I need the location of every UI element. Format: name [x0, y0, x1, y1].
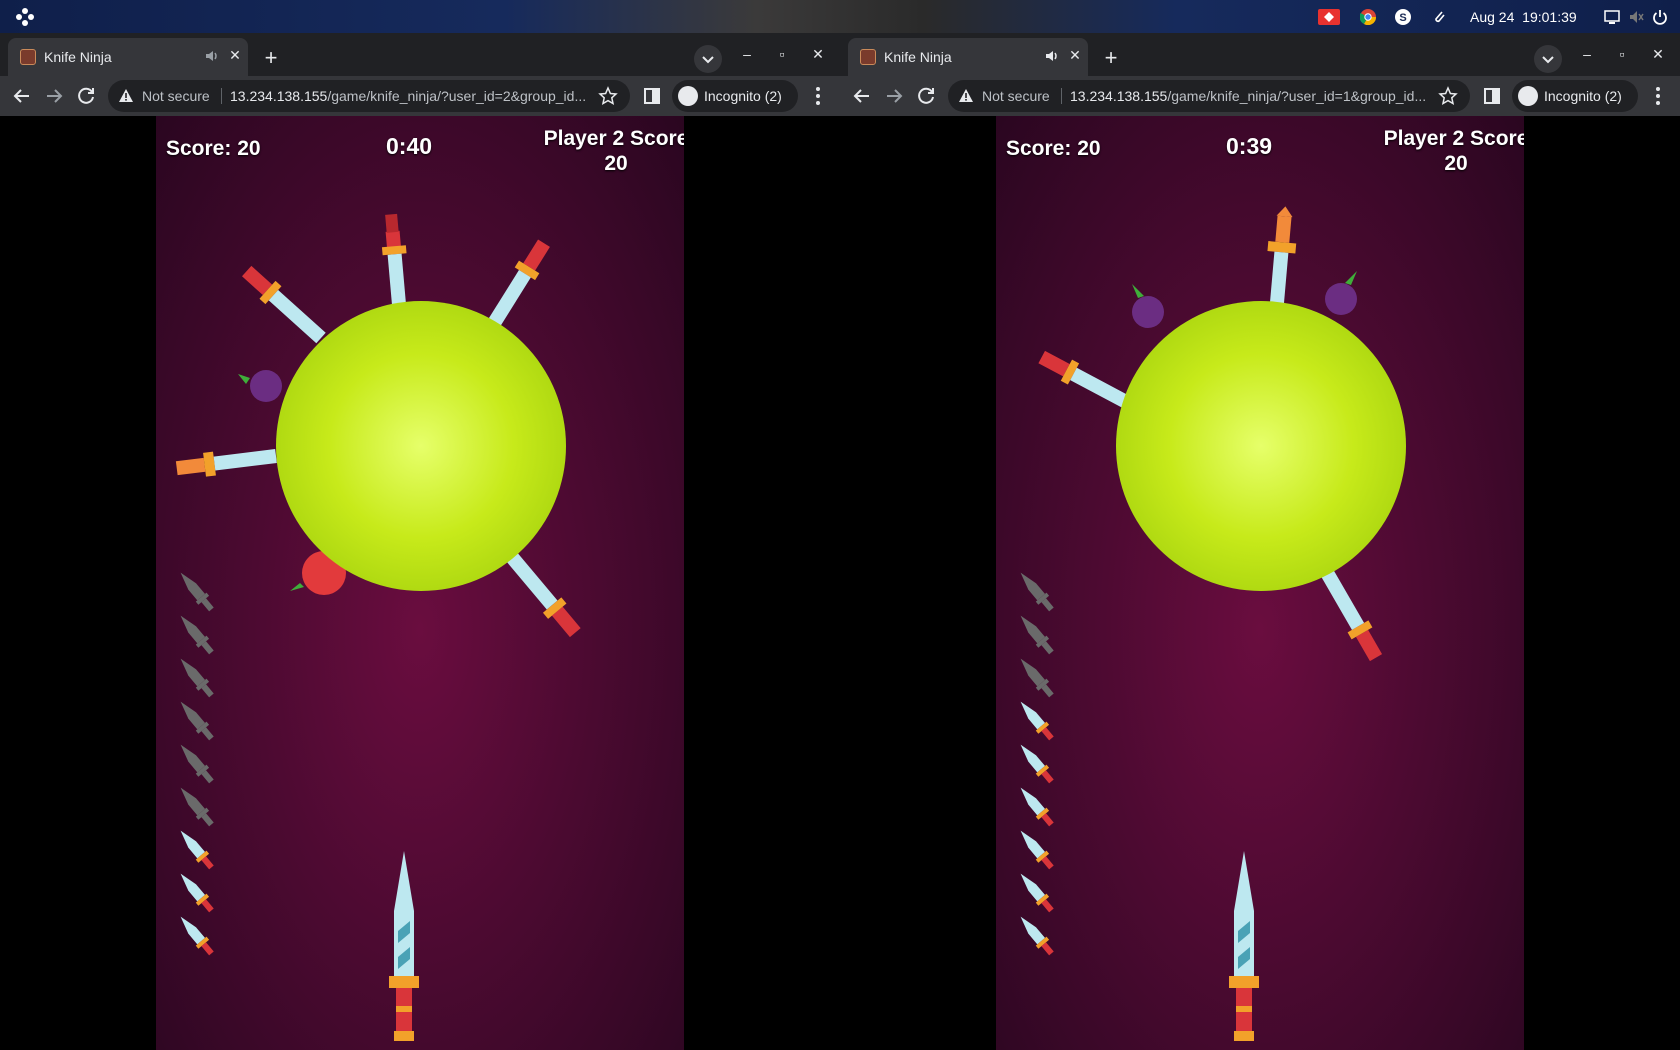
url-text: 13.234.138.155/game/knife_ninja/?user_id…: [1070, 88, 1430, 104]
remaining-knife-icon: [1020, 830, 1054, 870]
bookmark-star-icon[interactable]: [598, 86, 618, 106]
incognito-indicator[interactable]: Incognito (2): [1512, 80, 1638, 112]
incognito-icon: [1518, 86, 1538, 106]
browser-window-2: Knife Ninja ✕ + – ▫ ✕ Not secure 13.234.…: [840, 33, 1680, 1050]
tab-close-icon[interactable]: ✕: [226, 46, 244, 64]
svg-text:S: S: [1399, 12, 1406, 24]
used-knife-icon: [1020, 615, 1054, 655]
tab-search-icon[interactable]: [694, 45, 722, 73]
remaining-knife-icon: [1020, 787, 1054, 827]
apps-menu-icon[interactable]: [16, 8, 34, 26]
url-host: 13.234.138.155: [1070, 88, 1168, 104]
menu-kebab-icon[interactable]: [1646, 84, 1670, 108]
attachment-icon[interactable]: [1432, 9, 1446, 25]
used-knife-icon: [180, 787, 214, 827]
clock-date: Aug 24: [1470, 9, 1515, 25]
new-tab-button[interactable]: +: [1098, 46, 1124, 72]
game-canvas[interactable]: Score: 20 0:40 Player 2 Score 20: [156, 116, 684, 1050]
remaining-knife-icon: [180, 830, 214, 870]
game-canvas[interactable]: Score: 20 0:39 Player 2 Score 20: [996, 116, 1524, 1050]
used-knife-icon: [180, 701, 214, 741]
menu-kebab-icon[interactable]: [806, 84, 830, 108]
audio-icon[interactable]: [204, 48, 220, 64]
warning-icon: [119, 89, 133, 102]
maximize-icon[interactable]: ▫: [1610, 42, 1634, 66]
remaining-knife-icon: [1020, 873, 1054, 913]
audio-icon[interactable]: [1044, 48, 1060, 64]
incognito-icon: [678, 86, 698, 106]
system-top-bar: S Aug 24 19:01:39: [0, 0, 1680, 33]
bookmark-star-icon[interactable]: [1438, 86, 1458, 106]
security-label: Not secure: [982, 88, 1050, 104]
player-knife[interactable]: [384, 851, 424, 1041]
used-knife-icon: [1020, 658, 1054, 698]
tab-knife-ninja[interactable]: Knife Ninja ✕: [8, 38, 248, 76]
clock-time: 19:01:39: [1522, 9, 1577, 25]
used-knife-icon: [180, 658, 214, 698]
url-host: 13.234.138.155: [230, 88, 328, 104]
favicon-icon: [20, 49, 36, 65]
forward-icon[interactable]: [42, 84, 66, 108]
volume-muted-icon[interactable]: [1628, 9, 1644, 25]
tab-strip: Knife Ninja ✕ + – ▫ ✕: [0, 33, 840, 76]
address-bar[interactable]: Not secure 13.234.138.155/game/knife_nin…: [108, 80, 630, 112]
clock[interactable]: Aug 24 19:01:39: [1470, 9, 1577, 25]
side-panel-icon[interactable]: [1480, 84, 1504, 108]
used-knife-icon: [180, 615, 214, 655]
power-icon[interactable]: [1652, 9, 1668, 25]
side-panel-icon[interactable]: [640, 84, 664, 108]
page-viewport: Score: 20 0:40 Player 2 Score 20: [0, 116, 840, 1050]
used-knife-icon: [1020, 572, 1054, 612]
remaining-knife-icon: [180, 916, 214, 956]
incognito-indicator[interactable]: Incognito (2): [672, 80, 798, 112]
tab-strip: Knife Ninja ✕ + – ▫ ✕: [840, 33, 1680, 76]
remaining-knife-icon: [1020, 916, 1054, 956]
remaining-knife-icon: [1020, 701, 1054, 741]
separator: [221, 88, 222, 104]
new-tab-button[interactable]: +: [258, 46, 284, 72]
favicon-icon: [860, 49, 876, 65]
used-knife-icon: [180, 744, 214, 784]
incognito-label: Incognito (2): [704, 88, 782, 104]
back-icon[interactable]: [10, 84, 34, 108]
browser-window-1: Knife Ninja ✕ + – ▫ ✕ Not secure 13.234.…: [0, 33, 840, 1050]
chrome-icon[interactable]: [1360, 9, 1376, 25]
tab-knife-ninja[interactable]: Knife Ninja ✕: [848, 38, 1088, 76]
minimize-icon[interactable]: –: [1575, 42, 1599, 66]
tab-close-icon[interactable]: ✕: [1066, 46, 1084, 64]
tab-title: Knife Ninja: [884, 49, 952, 65]
tab-search-icon[interactable]: [1534, 45, 1562, 73]
display-icon[interactable]: [1604, 9, 1620, 25]
used-knife-icon: [180, 572, 214, 612]
tab-title: Knife Ninja: [44, 49, 112, 65]
window-close-icon[interactable]: ✕: [806, 42, 830, 66]
reload-icon[interactable]: [914, 84, 938, 108]
minimize-icon[interactable]: –: [735, 42, 759, 66]
incognito-label: Incognito (2): [1544, 88, 1622, 104]
player-knife[interactable]: [1224, 851, 1264, 1041]
anydesk-icon[interactable]: [1318, 9, 1340, 25]
address-bar[interactable]: Not secure 13.234.138.155/game/knife_nin…: [948, 80, 1470, 112]
maximize-icon[interactable]: ▫: [770, 42, 794, 66]
browser-toolbar: Not secure 13.234.138.155/game/knife_nin…: [840, 76, 1680, 116]
url-path: /game/knife_ninja/?user_id=1&group_id...: [1167, 88, 1427, 104]
forward-icon[interactable]: [882, 84, 906, 108]
separator: [1061, 88, 1062, 104]
url-text: 13.234.138.155/game/knife_ninja/?user_id…: [230, 88, 590, 104]
security-label: Not secure: [142, 88, 210, 104]
remaining-knife-icon: [1020, 744, 1054, 784]
browser-toolbar: Not secure 13.234.138.155/game/knife_nin…: [0, 76, 840, 116]
page-viewport: Score: 20 0:39 Player 2 Score 20: [840, 116, 1680, 1050]
skype-icon[interactable]: S: [1395, 9, 1411, 25]
warning-icon: [959, 89, 973, 102]
window-close-icon[interactable]: ✕: [1646, 42, 1670, 66]
remaining-knife-icon: [180, 873, 214, 913]
reload-icon[interactable]: [74, 84, 98, 108]
url-path: /game/knife_ninja/?user_id=2&group_id...: [327, 88, 587, 104]
back-icon[interactable]: [850, 84, 874, 108]
desktop: S Aug 24 19:01:39 Knife Ninja ✕ + – ▫ ✕: [0, 0, 1680, 1050]
